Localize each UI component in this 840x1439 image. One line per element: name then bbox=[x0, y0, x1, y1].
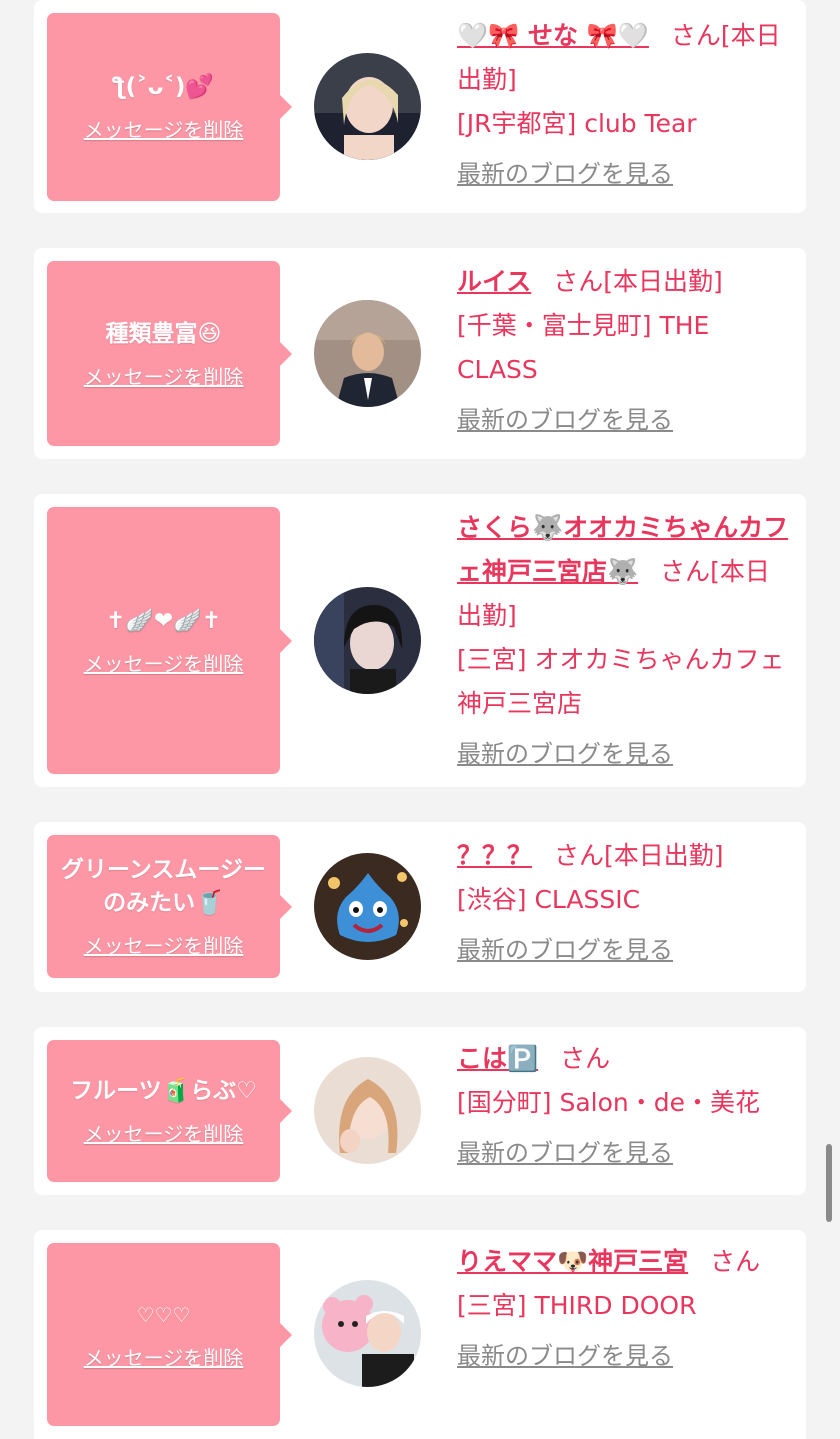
latest-blog-link[interactable]: 最新のブログを見る bbox=[457, 932, 792, 968]
delete-message-link[interactable]: メッセージを削除 bbox=[84, 930, 244, 959]
message-text: ƪ(˃ᴗ˂)💕 bbox=[112, 74, 215, 100]
avatar[interactable] bbox=[314, 853, 421, 960]
message-card: ƪ(˃ᴗ˂)💕 メッセージを削除 🤍🎀 せな 🎀🤍 さん[本日出勤] [JR宇都宮… bbox=[34, 0, 806, 213]
message-card: 種類豊富😆 メッセージを削除 ルイス さん[本日出勤] [千葉・富士見町] THE… bbox=[34, 248, 806, 459]
delete-message-link[interactable]: メッセージを削除 bbox=[84, 1342, 244, 1371]
profile-name-link[interactable]: 🤍🎀 せな 🎀🤍 bbox=[457, 21, 649, 50]
latest-blog-link[interactable]: 最新のブログを見る bbox=[457, 402, 792, 438]
message-text: ♡♡♡ bbox=[136, 1302, 191, 1327]
shop-label: [三宮] THIRD DOOR bbox=[457, 1291, 697, 1320]
message-bubble: 種類豊富😆 メッセージを削除 bbox=[47, 261, 292, 446]
message-bubble: フルーツ🧃らぶ♡ メッセージを削除 bbox=[47, 1040, 292, 1182]
profile-suffix: さん bbox=[710, 1247, 761, 1276]
profile-name-link[interactable]: ？？？ bbox=[457, 841, 532, 870]
message-bubble: グリーンスムージーのみたい🥤 メッセージを削除 bbox=[47, 835, 292, 978]
avatar[interactable] bbox=[314, 1057, 421, 1164]
profile-suffix: さん[本日出勤] bbox=[554, 841, 724, 870]
profile-suffix: さん[本日出勤] bbox=[553, 267, 723, 296]
avatar[interactable] bbox=[314, 300, 421, 407]
latest-blog-link[interactable]: 最新のブログを見る bbox=[457, 1338, 792, 1374]
avatar[interactable] bbox=[314, 53, 421, 160]
shop-label: [国分町] Salon・de・美花 bbox=[457, 1088, 760, 1117]
shop-label: [千葉・富士見町] THE CLASS bbox=[457, 311, 710, 384]
avatar[interactable] bbox=[314, 587, 421, 694]
message-card: フルーツ🧃らぶ♡ メッセージを削除 こは🅿️ さん [国分町] Salon・de・… bbox=[34, 1027, 806, 1195]
latest-blog-link[interactable]: 最新のブログを見る bbox=[457, 736, 792, 772]
profile-name-link[interactable]: りえママ🐶神戸三宮 bbox=[457, 1247, 688, 1276]
message-text: フルーツ🧃らぶ♡ bbox=[70, 1078, 257, 1104]
delete-message-link[interactable]: メッセージを削除 bbox=[84, 1118, 244, 1147]
message-bubble: ƪ(˃ᴗ˂)💕 メッセージを削除 bbox=[47, 13, 292, 201]
message-card: ♡♡♡ メッセージを削除 りえママ🐶神戸三宮 さん [三宮] THIRD DOOR… bbox=[34, 1230, 806, 1439]
latest-blog-link[interactable]: 最新のブログを見る bbox=[457, 1135, 792, 1171]
profile-info: さくら🐺オオカミちゃんカフェ神戸三宮店🐺 さん[本日出勤] [三宮] オオカミちゃ… bbox=[457, 506, 792, 772]
latest-blog-link[interactable]: 最新のブログを見る bbox=[457, 156, 792, 192]
message-text: グリーンスムージーのみたい🥤 bbox=[61, 857, 266, 916]
shop-label: [三宮] オオカミちゃんカフェ神戸三宮店 bbox=[457, 645, 785, 718]
message-card: グリーンスムージーのみたい🥤 メッセージを削除 ？？？ さん[本日出勤] [渋谷]… bbox=[34, 822, 806, 992]
delete-message-link[interactable]: メッセージを削除 bbox=[84, 648, 244, 677]
delete-message-link[interactable]: メッセージを削除 bbox=[84, 114, 244, 143]
message-bubble: ✝︎🪽❤🪽✝︎ メッセージを削除 bbox=[47, 507, 292, 774]
shop-label: [JR宇都宮] club Tear bbox=[457, 109, 697, 138]
avatar[interactable] bbox=[314, 1280, 421, 1387]
profile-name-link[interactable]: ルイス bbox=[457, 267, 531, 296]
profile-info: 🤍🎀 せな 🎀🤍 さん[本日出勤] [JR宇都宮] club Tear 最新のブロ… bbox=[457, 14, 792, 192]
profile-info: ルイス さん[本日出勤] [千葉・富士見町] THE CLASS 最新のブログを見… bbox=[457, 260, 792, 438]
profile-info: ？？？ さん[本日出勤] [渋谷] CLASSIC 最新のブログを見る bbox=[457, 834, 792, 968]
message-text: 種類豊富😆 bbox=[105, 320, 222, 347]
message-bubble: ♡♡♡ メッセージを削除 bbox=[47, 1243, 292, 1426]
delete-message-link[interactable]: メッセージを削除 bbox=[84, 361, 244, 390]
profile-info: りえママ🐶神戸三宮 さん [三宮] THIRD DOOR 最新のブログを見る bbox=[457, 1240, 792, 1374]
vertical-scrollbar[interactable] bbox=[826, 1144, 832, 1222]
message-card: ✝︎🪽❤🪽✝︎ メッセージを削除 さくら🐺オオカミちゃんカフェ神戸三宮店🐺 さん[… bbox=[34, 494, 806, 787]
shop-label: [渋谷] CLASSIC bbox=[457, 885, 641, 914]
message-text: ✝︎🪽❤🪽✝︎ bbox=[105, 607, 222, 634]
profile-info: こは🅿️ さん [国分町] Salon・de・美花 最新のブログを見る bbox=[457, 1037, 792, 1171]
profile-suffix: さん bbox=[560, 1044, 611, 1073]
profile-name-link[interactable]: こは🅿️ bbox=[457, 1044, 538, 1073]
